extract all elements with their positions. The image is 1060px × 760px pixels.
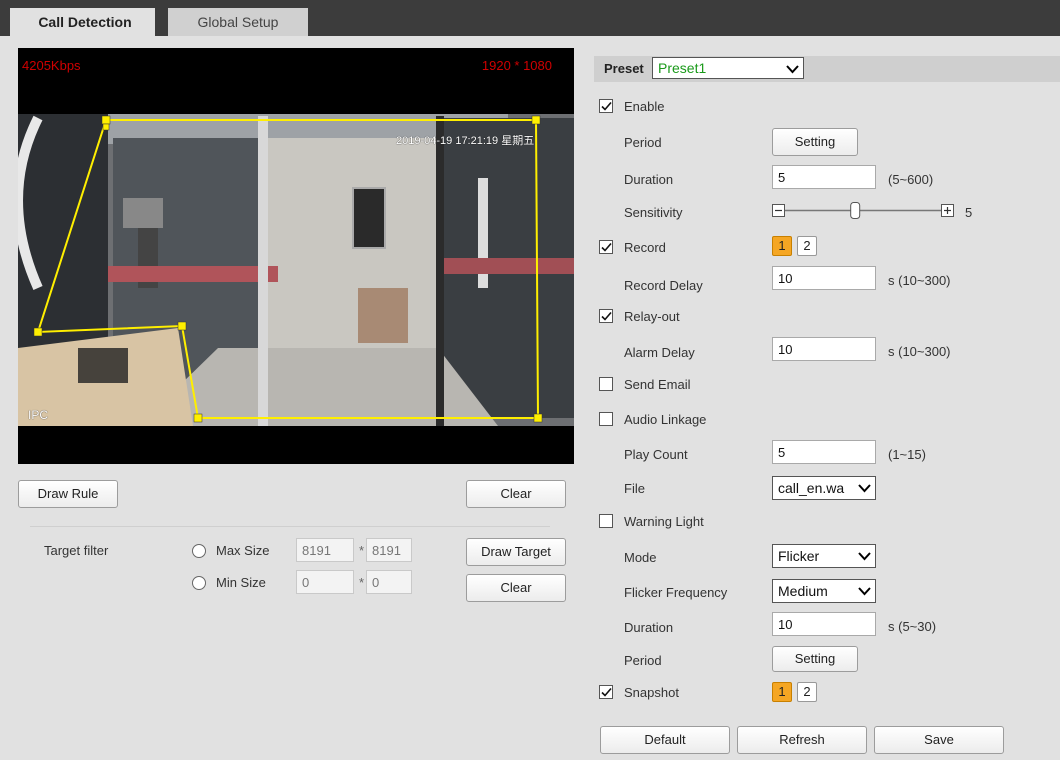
preset-bar: Preset Preset1 — [594, 56, 1060, 82]
sensitivity-value: 5 — [965, 205, 973, 220]
mode-select-value: Flicker — [778, 548, 820, 564]
preset-select[interactable]: Preset1 — [652, 57, 804, 79]
clear-target-button[interactable]: Clear — [466, 574, 566, 602]
alarm-delay-label: Alarm Delay — [624, 345, 695, 360]
flicker-frequency-label: Flicker Frequency — [624, 585, 728, 600]
target-filter-label: Target filter — [44, 543, 109, 558]
chevron-down-icon — [786, 65, 799, 74]
snapshot-label: Snapshot — [624, 685, 679, 700]
timestamp-overlay: 2019-04-19 17:21:19 星期五 — [396, 135, 535, 147]
times-symbol: * — [359, 543, 365, 558]
default-button[interactable]: Default — [600, 726, 730, 754]
period-label: Period — [624, 135, 662, 150]
period-setting-button[interactable]: Setting — [772, 128, 858, 156]
max-width-input[interactable] — [296, 538, 354, 562]
check-icon — [601, 242, 612, 252]
preset-select-value: Preset1 — [658, 60, 707, 76]
play-count-hint: (1~15) — [888, 447, 926, 462]
snapshot-stream-1-button[interactable]: 1 — [772, 682, 792, 702]
mode-select[interactable]: Flicker — [772, 544, 876, 568]
duration-input[interactable] — [772, 165, 876, 189]
chevron-down-icon — [858, 587, 871, 596]
tab-call-detection[interactable]: Call Detection — [10, 8, 160, 36]
min-height-input[interactable] — [366, 570, 412, 594]
record-delay-input[interactable] — [772, 266, 876, 290]
enable-label: Enable — [624, 99, 665, 114]
play-count-input[interactable] — [772, 440, 876, 464]
min-width-input[interactable] — [296, 570, 354, 594]
tab-global-setup[interactable]: Global Setup — [168, 8, 308, 36]
sensitivity-slider[interactable] — [772, 202, 962, 220]
max-height-input[interactable] — [366, 538, 412, 562]
play-count-label: Play Count — [624, 447, 688, 462]
refresh-button[interactable]: Refresh — [737, 726, 867, 754]
check-icon — [601, 101, 612, 111]
clear-rule-button[interactable]: Clear — [466, 480, 566, 508]
flicker-frequency-value: Medium — [778, 583, 828, 599]
record-delay-label: Record Delay — [624, 278, 703, 293]
light-duration-label: Duration — [624, 620, 674, 635]
light-period-label: Period — [624, 653, 662, 668]
bitrate-overlay: 4205Kbps — [22, 58, 81, 73]
resolution-overlay: 1920 * 1080 — [481, 58, 552, 73]
light-duration-input[interactable] — [772, 612, 876, 636]
record-checkbox[interactable] — [599, 240, 613, 254]
relay-out-checkbox[interactable] — [599, 309, 613, 323]
divider — [30, 526, 550, 527]
chevron-down-icon — [858, 484, 871, 493]
times-symbol: * — [359, 575, 365, 590]
chevron-down-icon — [858, 552, 871, 561]
draw-rule-button[interactable]: Draw Rule — [18, 480, 118, 508]
sensitivity-label: Sensitivity — [624, 205, 683, 220]
warning-light-label: Warning Light — [624, 514, 704, 529]
tab-bar: Call Detection Global Setup — [0, 0, 1060, 36]
snapshot-stream-2-button[interactable]: 2 — [797, 682, 817, 702]
record-label: Record — [624, 240, 666, 255]
flicker-frequency-select[interactable]: Medium — [772, 579, 876, 603]
send-email-checkbox[interactable] — [599, 377, 613, 391]
check-icon — [601, 311, 612, 321]
send-email-label: Send Email — [624, 377, 691, 392]
video-preview[interactable]: 4205Kbps 1920 * 1080 2019-04-19 17:21:19… — [18, 48, 574, 464]
alarm-delay-hint: s (10~300) — [888, 344, 951, 359]
light-duration-hint: s (5~30) — [888, 619, 937, 634]
record-stream-1-button[interactable]: 1 — [772, 236, 792, 256]
save-button[interactable]: Save — [874, 726, 1004, 754]
warning-light-checkbox[interactable] — [599, 514, 613, 528]
relay-out-label: Relay-out — [624, 309, 680, 324]
channel-overlay: IPC — [28, 408, 49, 422]
record-delay-hint: s (10~300) — [888, 273, 951, 288]
mode-label: Mode — [624, 550, 657, 565]
light-period-setting-button[interactable]: Setting — [772, 646, 858, 672]
min-size-radio[interactable] — [192, 576, 206, 590]
check-icon — [601, 687, 612, 697]
video-scene — [18, 48, 574, 464]
alarm-delay-input[interactable] — [772, 337, 876, 361]
audio-linkage-label: Audio Linkage — [624, 412, 707, 427]
file-select[interactable]: call_en.wa — [772, 476, 876, 500]
sensitivity-slider-graphic — [772, 202, 954, 219]
max-size-label: Max Size — [216, 543, 270, 558]
max-size-radio[interactable] — [192, 544, 206, 558]
duration-label: Duration — [624, 172, 674, 187]
snapshot-checkbox[interactable] — [599, 685, 613, 699]
draw-target-button[interactable]: Draw Target — [466, 538, 566, 566]
file-select-value: call_en.wa — [778, 480, 845, 496]
record-stream-2-button[interactable]: 2 — [797, 236, 817, 256]
file-label: File — [624, 481, 645, 496]
duration-hint: (5~600) — [888, 172, 934, 187]
preset-label: Preset — [604, 61, 644, 76]
enable-checkbox[interactable] — [599, 99, 613, 113]
audio-linkage-checkbox[interactable] — [599, 412, 613, 426]
min-size-label: Min Size — [216, 575, 266, 590]
